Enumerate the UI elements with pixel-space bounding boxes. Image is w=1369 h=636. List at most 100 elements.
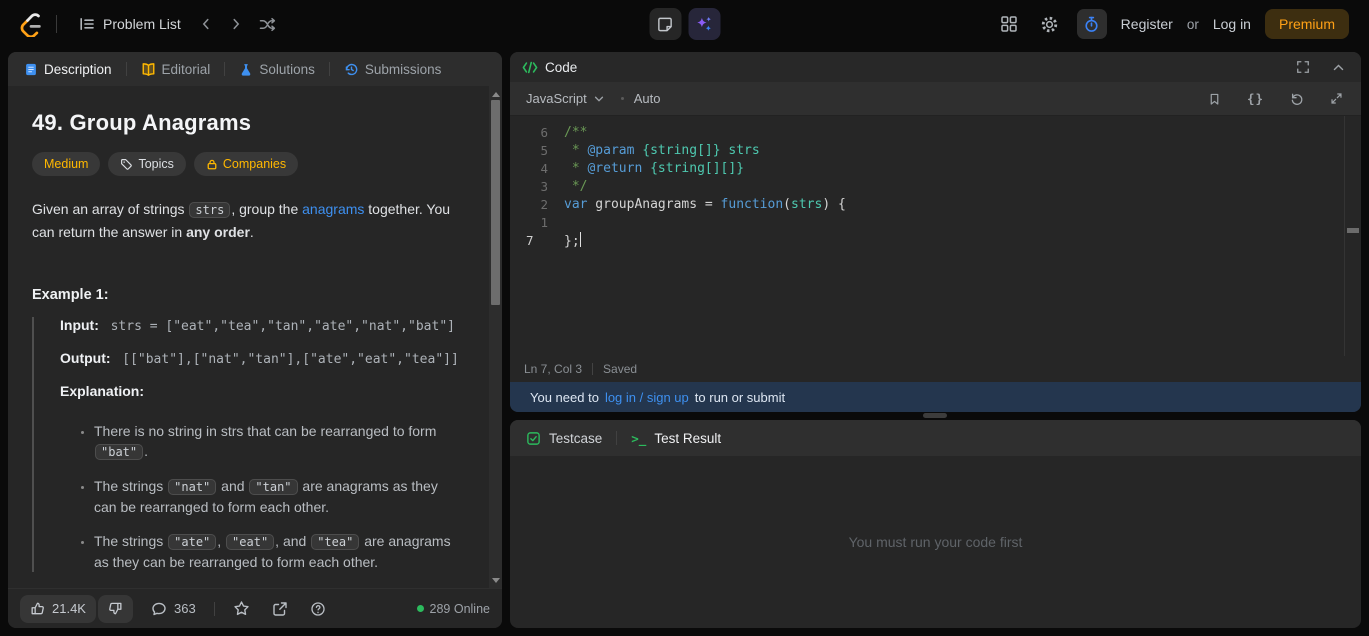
code-line[interactable]: 1 [510,214,1361,232]
description-scrollbar[interactable] [489,86,502,588]
star-icon [233,600,250,617]
code-chip: "tea" [311,534,359,550]
comments-count: 363 [174,601,196,616]
output-label: Output: [60,350,111,366]
example-output-row: Output: [["bat"],["nat","tan"],["ate","e… [60,350,462,367]
tab-test-result[interactable]: >_ Test Result [629,427,723,450]
share-button[interactable] [268,597,292,621]
problem-footer: 21.4K 363 [8,588,502,628]
editor-scrollbar-thumb[interactable] [1347,228,1359,233]
code-collapse-button[interactable] [1328,57,1349,78]
code-line-text: */ [564,178,587,196]
code-line[interactable]: 4 * @return {string[][]} [510,160,1361,178]
topics-badge[interactable]: Topics [108,152,185,176]
companies-badge[interactable]: Companies [194,152,298,176]
thumbs-down-icon [108,601,123,616]
tab-description[interactable]: Description [20,58,116,81]
text-segment: . [250,224,254,240]
line-number: 1 [526,214,548,232]
code-editor[interactable]: 6/**5 * @param {string[]} strs4 * @retur… [510,116,1361,356]
login-link[interactable]: Log in [1213,16,1251,32]
scrollbar-thumb[interactable] [491,100,500,305]
note-icon [657,16,674,33]
solutions-flask-icon [239,62,253,77]
tab-divider [616,431,617,445]
next-problem-button[interactable] [223,11,249,37]
tab-editorial[interactable]: Editorial [137,58,215,81]
scrollbar-down-arrow[interactable] [489,574,502,586]
status-divider [592,363,593,375]
code-line[interactable]: 2 var groupAnagrams = function(strs) { [510,196,1361,214]
tab-divider [224,62,225,76]
testcase-tabbar: Testcase >_ Test Result [510,420,1361,456]
fullscreen-icon [1296,60,1310,74]
like-button[interactable]: 21.4K [20,595,96,623]
line-number: 3 [526,178,548,196]
language-select[interactable]: JavaScript [524,87,607,110]
code-line[interactable]: 7}; [510,232,1361,250]
code-panel: Code JavaScript [510,52,1361,412]
braces-icon: {} [1247,91,1264,106]
favorite-button[interactable] [229,596,254,621]
explanation-bullet: The strings "nat" and "tan" are anagrams… [94,476,462,517]
online-count: 289 Online [430,602,490,616]
login-required-banner: You need to log in / sign up to run or s… [510,382,1361,412]
test-result-body: You must run your code first [510,456,1361,628]
difficulty-badge[interactable]: Medium [32,152,100,176]
shuffle-icon [259,17,276,32]
tab-submissions[interactable]: Submissions [340,58,446,81]
problem-title: 49. Group Anagrams [32,110,462,136]
shuffle-button[interactable] [253,11,282,38]
or-text: or [1187,17,1199,32]
problem-description: Given an array of strings strs, group th… [32,198,462,243]
notes-button[interactable] [649,8,681,40]
prev-problem-button[interactable] [193,11,219,37]
problem-list-label: Problem List [103,16,181,32]
panel-resize-handle[interactable] [923,413,947,418]
format-code-button[interactable]: {} [1243,87,1268,110]
dislike-button[interactable] [98,595,133,623]
online-indicator: 289 Online [417,602,490,616]
register-link[interactable]: Register [1121,16,1173,32]
code-panel-header: Code [510,52,1361,82]
tab-divider [126,62,127,76]
editor-expand-button[interactable] [1326,88,1347,109]
code-line-text: var groupAnagrams = function(strs) { [564,196,846,214]
bookmark-button[interactable] [1204,88,1225,110]
layout-switch-button[interactable] [996,11,1022,37]
timer-button[interactable] [1077,9,1107,39]
tab-testcase-label: Testcase [549,431,602,446]
gear-icon [1040,15,1059,34]
code-line[interactable]: 5 * @param {string[]} strs [510,142,1361,160]
comments-button[interactable]: 363 [147,597,200,621]
premium-button[interactable]: Premium [1265,9,1349,39]
line-number: 5 [526,142,548,160]
reset-code-button[interactable] [1286,88,1308,110]
leetcode-logo[interactable] [20,12,42,37]
like-count: 21.4K [52,601,86,616]
code-line[interactable]: 6/** [510,124,1361,142]
help-button[interactable] [306,597,330,621]
tab-submissions-label: Submissions [365,62,442,77]
companies-label: Companies [223,157,286,171]
editorial-book-icon [141,62,156,77]
code-line[interactable]: 3 */ [510,178,1361,196]
text-segment: There is no string in strs that can be r… [94,423,436,439]
line-number: 2 [526,196,548,214]
login-signup-link[interactable]: log in / sign up [605,390,689,405]
editor-overview-ruler [1344,116,1345,356]
auto-mode-label: Auto [634,91,661,106]
scrollbar-up-arrow[interactable] [489,88,502,100]
ai-assistant-button[interactable] [688,8,720,40]
code-panel-title-label: Code [545,60,577,75]
saved-status: Saved [603,362,637,376]
settings-button[interactable] [1036,11,1063,38]
line-number: 4 [526,160,548,178]
explanation-bullet: The strings "ate", "eat", and "tea" are … [94,531,462,572]
inline-link[interactable]: anagrams [302,201,364,217]
problem-list-button[interactable]: Problem List [71,10,189,38]
tab-testcase[interactable]: Testcase [524,427,604,450]
chevron-right-icon [229,17,243,31]
tab-solutions[interactable]: Solutions [235,58,319,81]
code-fullscreen-button[interactable] [1292,56,1314,78]
